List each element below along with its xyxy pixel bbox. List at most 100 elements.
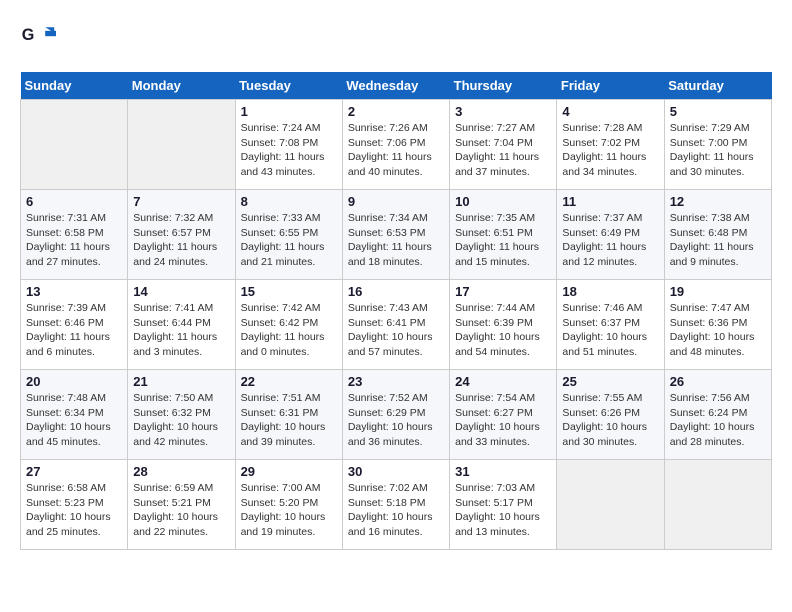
day-number: 24 [455,374,551,389]
day-number: 12 [670,194,766,209]
day-number: 4 [562,104,658,119]
calendar-cell: 8 Sunrise: 7:33 AM Sunset: 6:55 PM Dayli… [235,190,342,280]
day-number: 20 [26,374,122,389]
calendar-cell: 22 Sunrise: 7:51 AM Sunset: 6:31 PM Dayl… [235,370,342,460]
calendar-cell: 16 Sunrise: 7:43 AM Sunset: 6:41 PM Dayl… [342,280,449,370]
day-info: Sunrise: 7:31 AM Sunset: 6:58 PM Dayligh… [26,211,122,270]
day-info: Sunrise: 7:56 AM Sunset: 6:24 PM Dayligh… [670,391,766,450]
calendar-cell: 13 Sunrise: 7:39 AM Sunset: 6:46 PM Dayl… [21,280,128,370]
weekday-header-sunday: Sunday [21,72,128,100]
day-info: Sunrise: 7:26 AM Sunset: 7:06 PM Dayligh… [348,121,444,180]
day-info: Sunrise: 7:42 AM Sunset: 6:42 PM Dayligh… [241,301,337,360]
page-header: G [20,20,772,56]
day-number: 13 [26,284,122,299]
weekday-header-saturday: Saturday [664,72,771,100]
day-number: 21 [133,374,229,389]
day-number: 3 [455,104,551,119]
day-info: Sunrise: 7:44 AM Sunset: 6:39 PM Dayligh… [455,301,551,360]
day-info: Sunrise: 7:48 AM Sunset: 6:34 PM Dayligh… [26,391,122,450]
calendar-table: SundayMondayTuesdayWednesdayThursdayFrid… [20,72,772,550]
day-info: Sunrise: 7:24 AM Sunset: 7:08 PM Dayligh… [241,121,337,180]
calendar-cell: 24 Sunrise: 7:54 AM Sunset: 6:27 PM Dayl… [450,370,557,460]
day-number: 31 [455,464,551,479]
calendar-cell: 5 Sunrise: 7:29 AM Sunset: 7:00 PM Dayli… [664,100,771,190]
week-row-3: 13 Sunrise: 7:39 AM Sunset: 6:46 PM Dayl… [21,280,772,370]
day-number: 6 [26,194,122,209]
day-info: Sunrise: 7:33 AM Sunset: 6:55 PM Dayligh… [241,211,337,270]
calendar-cell: 26 Sunrise: 7:56 AM Sunset: 6:24 PM Dayl… [664,370,771,460]
day-number: 10 [455,194,551,209]
day-number: 11 [562,194,658,209]
calendar-cell: 18 Sunrise: 7:46 AM Sunset: 6:37 PM Dayl… [557,280,664,370]
day-info: Sunrise: 7:39 AM Sunset: 6:46 PM Dayligh… [26,301,122,360]
calendar-cell: 2 Sunrise: 7:26 AM Sunset: 7:06 PM Dayli… [342,100,449,190]
day-info: Sunrise: 7:37 AM Sunset: 6:49 PM Dayligh… [562,211,658,270]
calendar-cell: 7 Sunrise: 7:32 AM Sunset: 6:57 PM Dayli… [128,190,235,280]
day-info: Sunrise: 7:02 AM Sunset: 5:18 PM Dayligh… [348,481,444,540]
calendar-cell: 4 Sunrise: 7:28 AM Sunset: 7:02 PM Dayli… [557,100,664,190]
calendar-cell: 30 Sunrise: 7:02 AM Sunset: 5:18 PM Dayl… [342,460,449,550]
calendar-cell: 14 Sunrise: 7:41 AM Sunset: 6:44 PM Dayl… [128,280,235,370]
calendar-cell: 29 Sunrise: 7:00 AM Sunset: 5:20 PM Dayl… [235,460,342,550]
day-number: 30 [348,464,444,479]
day-number: 19 [670,284,766,299]
calendar-cell: 12 Sunrise: 7:38 AM Sunset: 6:48 PM Dayl… [664,190,771,280]
calendar-cell: 28 Sunrise: 6:59 AM Sunset: 5:21 PM Dayl… [128,460,235,550]
day-number: 18 [562,284,658,299]
day-number: 15 [241,284,337,299]
calendar-cell: 9 Sunrise: 7:34 AM Sunset: 6:53 PM Dayli… [342,190,449,280]
week-row-4: 20 Sunrise: 7:48 AM Sunset: 6:34 PM Dayl… [21,370,772,460]
day-number: 29 [241,464,337,479]
day-info: Sunrise: 7:35 AM Sunset: 6:51 PM Dayligh… [455,211,551,270]
calendar-cell: 25 Sunrise: 7:55 AM Sunset: 6:26 PM Dayl… [557,370,664,460]
svg-text:G: G [22,26,35,44]
day-info: Sunrise: 6:58 AM Sunset: 5:23 PM Dayligh… [26,481,122,540]
day-info: Sunrise: 7:50 AM Sunset: 6:32 PM Dayligh… [133,391,229,450]
weekday-header-row: SundayMondayTuesdayWednesdayThursdayFrid… [21,72,772,100]
day-number: 26 [670,374,766,389]
day-number: 27 [26,464,122,479]
calendar-cell [21,100,128,190]
day-info: Sunrise: 7:46 AM Sunset: 6:37 PM Dayligh… [562,301,658,360]
day-number: 14 [133,284,229,299]
calendar-cell: 1 Sunrise: 7:24 AM Sunset: 7:08 PM Dayli… [235,100,342,190]
day-number: 22 [241,374,337,389]
day-info: Sunrise: 7:41 AM Sunset: 6:44 PM Dayligh… [133,301,229,360]
logo-icon: G [20,20,56,56]
day-info: Sunrise: 7:00 AM Sunset: 5:20 PM Dayligh… [241,481,337,540]
week-row-1: 1 Sunrise: 7:24 AM Sunset: 7:08 PM Dayli… [21,100,772,190]
calendar-cell [557,460,664,550]
day-number: 7 [133,194,229,209]
calendar-cell: 3 Sunrise: 7:27 AM Sunset: 7:04 PM Dayli… [450,100,557,190]
day-info: Sunrise: 7:34 AM Sunset: 6:53 PM Dayligh… [348,211,444,270]
day-info: Sunrise: 7:27 AM Sunset: 7:04 PM Dayligh… [455,121,551,180]
calendar-cell: 11 Sunrise: 7:37 AM Sunset: 6:49 PM Dayl… [557,190,664,280]
day-info: Sunrise: 7:55 AM Sunset: 6:26 PM Dayligh… [562,391,658,450]
weekday-header-tuesday: Tuesday [235,72,342,100]
calendar-cell: 19 Sunrise: 7:47 AM Sunset: 6:36 PM Dayl… [664,280,771,370]
day-number: 25 [562,374,658,389]
day-number: 9 [348,194,444,209]
weekday-header-wednesday: Wednesday [342,72,449,100]
day-number: 28 [133,464,229,479]
weekday-header-monday: Monday [128,72,235,100]
logo: G [20,20,60,56]
day-info: Sunrise: 7:28 AM Sunset: 7:02 PM Dayligh… [562,121,658,180]
week-row-5: 27 Sunrise: 6:58 AM Sunset: 5:23 PM Dayl… [21,460,772,550]
day-number: 2 [348,104,444,119]
day-number: 5 [670,104,766,119]
calendar-cell [664,460,771,550]
day-info: Sunrise: 7:43 AM Sunset: 6:41 PM Dayligh… [348,301,444,360]
calendar-cell [128,100,235,190]
day-number: 1 [241,104,337,119]
day-info: Sunrise: 7:54 AM Sunset: 6:27 PM Dayligh… [455,391,551,450]
calendar-cell: 27 Sunrise: 6:58 AM Sunset: 5:23 PM Dayl… [21,460,128,550]
calendar-cell: 15 Sunrise: 7:42 AM Sunset: 6:42 PM Dayl… [235,280,342,370]
day-info: Sunrise: 7:38 AM Sunset: 6:48 PM Dayligh… [670,211,766,270]
day-number: 16 [348,284,444,299]
weekday-header-thursday: Thursday [450,72,557,100]
day-info: Sunrise: 6:59 AM Sunset: 5:21 PM Dayligh… [133,481,229,540]
day-info: Sunrise: 7:52 AM Sunset: 6:29 PM Dayligh… [348,391,444,450]
day-info: Sunrise: 7:29 AM Sunset: 7:00 PM Dayligh… [670,121,766,180]
calendar-cell: 31 Sunrise: 7:03 AM Sunset: 5:17 PM Dayl… [450,460,557,550]
